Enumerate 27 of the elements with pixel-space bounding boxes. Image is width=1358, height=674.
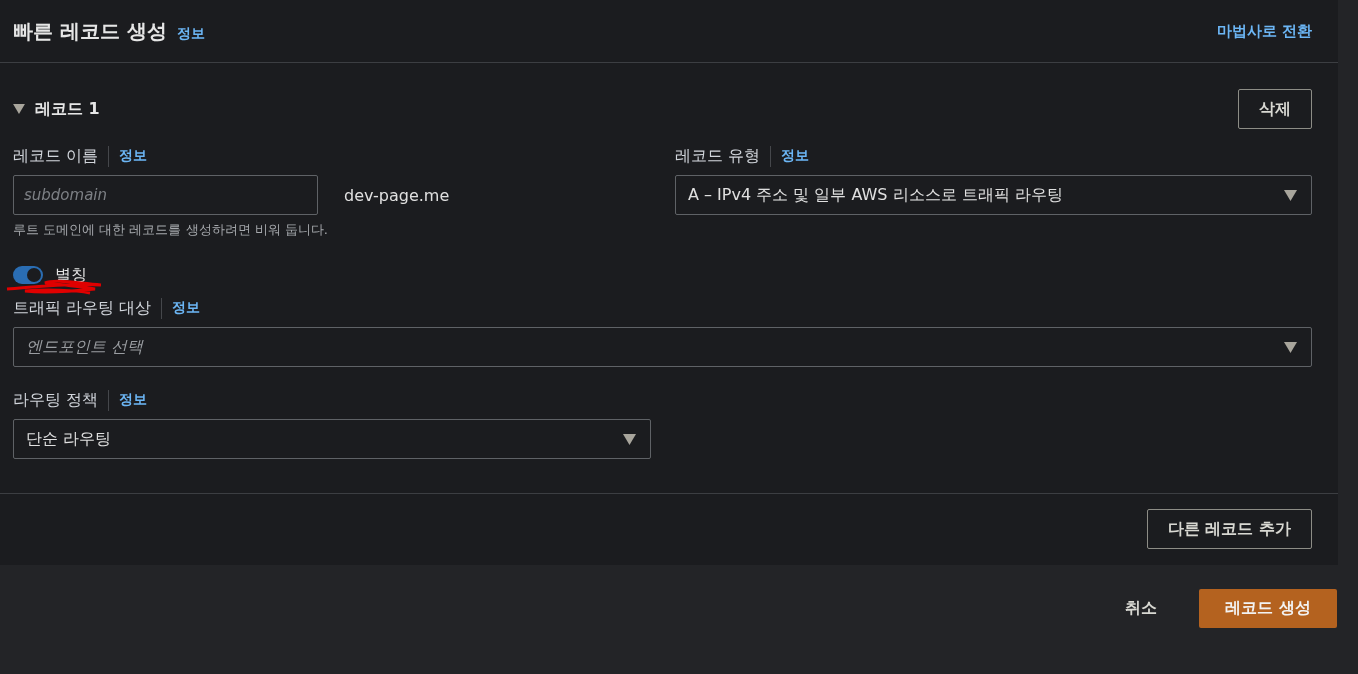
field-label: 레코드 이름 xyxy=(13,145,110,167)
record-name-input[interactable]: subdomain xyxy=(13,175,318,215)
dropdown-caret-icon xyxy=(1284,189,1297,201)
route-target-select[interactable]: 엔드포인트 선택 xyxy=(13,327,1312,367)
record-section-toggle[interactable]: 레코드 1 xyxy=(13,98,100,120)
page-title: 빠른 레코드 생성 xyxy=(13,17,167,45)
field-hint: 루트 도메인에 대한 레코드를 생성하려면 비워 둡니다. xyxy=(13,221,329,239)
record-type-select[interactable]: A – IPv4 주소 및 일부 AWS 리소스로 트래픽 라우팅 xyxy=(675,175,1312,215)
cancel-button[interactable]: 취소 xyxy=(1119,597,1164,620)
field-label: 레코드 유형 xyxy=(675,145,772,167)
info-link[interactable]: 정보 xyxy=(781,147,810,165)
info-link[interactable]: 정보 xyxy=(176,24,205,43)
wizard-switch-link[interactable]: 마법사로 전환 xyxy=(1216,21,1312,41)
info-link[interactable]: 정보 xyxy=(119,391,148,409)
dropdown-caret-icon xyxy=(623,433,636,445)
create-record-button[interactable]: 레코드 생성 xyxy=(1199,589,1337,628)
routing-policy-select[interactable]: 단순 라우팅 xyxy=(13,419,651,459)
domain-suffix: dev-page.me xyxy=(344,185,450,205)
alias-toggle[interactable] xyxy=(13,266,43,284)
add-record-button[interactable]: 다른 레코드 추가 xyxy=(1146,509,1312,549)
expand-caret-icon xyxy=(13,104,25,114)
info-link[interactable]: 정보 xyxy=(172,299,201,317)
field-label: 라우팅 정책 xyxy=(13,389,110,411)
info-link[interactable]: 정보 xyxy=(119,147,148,165)
delete-button[interactable]: 삭제 xyxy=(1238,89,1312,129)
field-label: 트래픽 라우팅 대상 xyxy=(13,297,163,319)
dropdown-caret-icon xyxy=(1284,341,1297,353)
